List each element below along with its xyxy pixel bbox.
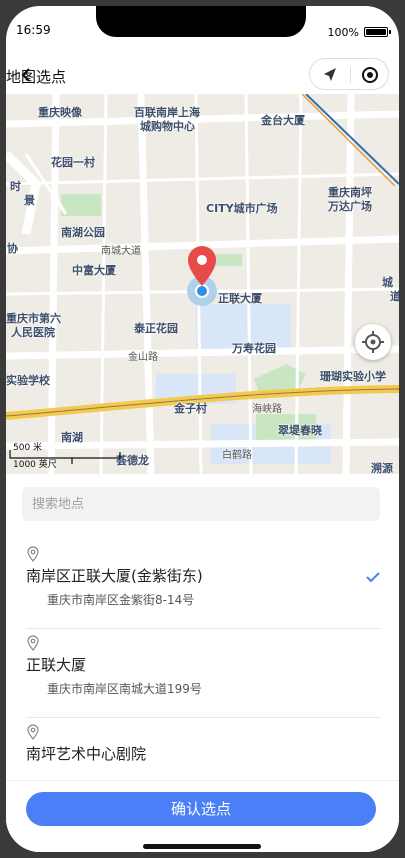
road-label: 南城大道 <box>101 246 141 257</box>
phone-screen: 16:59 100% 地图选点 重庆映像 百联南岸上海 城购物中心 金台大厦 花… <box>6 6 399 852</box>
map-label: 南湖公园 <box>61 226 105 239</box>
map-label: 实验学校 <box>6 374 50 387</box>
place-name: 南坪艺术中心剧院 <box>26 745 147 763</box>
map-label: 景 <box>24 194 35 207</box>
place-item[interactable]: 正联大厦重庆市南岸区南城大道199号 <box>26 629 381 718</box>
place-sheet: 南岸区正联大厦(金紫街东) 重庆市南岸区金紫街8-14号正联大厦重庆市南岸区南城大… <box>6 474 399 852</box>
map-label: 泰正花园 <box>134 322 178 335</box>
map-label: 翠堤春晓 <box>278 424 322 437</box>
map-view[interactable]: 重庆映像 百联南岸上海 城购物中心 金台大厦 花园一村 CITY城市广场 重庆南坪 万达广场南… <box>6 94 399 474</box>
map-canvas <box>6 94 399 474</box>
footer: 确认选点 <box>6 780 399 852</box>
location-pin-icon <box>27 724 39 740</box>
status-time: 16:59 <box>16 23 51 37</box>
place-item[interactable]: 南岸区正联大厦(金紫街东) 重庆市南岸区金紫街8-14号 <box>26 540 381 629</box>
map-label: 万寿花园 <box>232 342 276 355</box>
notch <box>96 6 306 37</box>
map-label: 人民医院 <box>11 326 55 339</box>
map-label: 溯源 <box>371 462 393 474</box>
page-title: 地图选点 <box>6 68 67 86</box>
locate-button[interactable] <box>355 324 391 360</box>
road-label: 金山路 <box>128 352 158 363</box>
scale-top-label: 500 米 <box>13 443 43 453</box>
scale-bottom-label: 1000 英尺 <box>13 460 57 470</box>
mini-program-capsule <box>309 58 389 90</box>
search-input[interactable] <box>22 487 380 521</box>
map-label: 城购物中心 <box>140 120 195 133</box>
location-pin-icon <box>27 546 39 562</box>
map-label: 正联大厦 <box>218 292 262 305</box>
place-name: 正联大厦 <box>26 656 87 674</box>
home-indicator <box>143 844 261 849</box>
battery-percent: 100% <box>327 26 359 39</box>
map-label: 时 <box>10 180 21 193</box>
battery-icon <box>364 27 391 37</box>
map-label: 道 <box>390 290 399 303</box>
checkmark-icon <box>366 572 380 583</box>
back-arrow-icon[interactable] <box>18 66 36 84</box>
place-address: 重庆市南岸区金紫街8-14号 <box>47 593 195 607</box>
place-item[interactable]: 南坪艺术中心剧院 <box>26 718 381 780</box>
place-list[interactable]: 南岸区正联大厦(金紫街东) 重庆市南岸区金紫街8-14号正联大厦重庆市南岸区南城大… <box>6 540 399 780</box>
location-pin-icon <box>27 635 39 651</box>
map-label: 珊瑚实验小学 <box>320 370 386 383</box>
map-label: 金子村 <box>174 402 207 415</box>
map-label: 万达广场 <box>328 200 372 213</box>
location-arrow-icon[interactable] <box>320 65 340 85</box>
target-icon[interactable] <box>360 65 380 85</box>
nav-bar: 地图选点 <box>6 56 399 94</box>
place-name: 南岸区正联大厦(金紫街东) <box>26 567 203 585</box>
map-scale: 500 米 1000 英尺 <box>8 438 128 470</box>
crosshair-icon <box>362 331 384 353</box>
road-label: 海峡路 <box>252 404 282 415</box>
map-label: 协 <box>7 242 18 255</box>
road-label: 白鹤路 <box>222 450 252 461</box>
battery-fill <box>366 29 386 35</box>
map-label: CITY城市广场 <box>206 202 278 215</box>
confirm-button[interactable]: 确认选点 <box>26 792 376 826</box>
map-label: 重庆映像 <box>38 106 82 119</box>
place-address: 重庆市南岸区南城大道199号 <box>47 682 202 696</box>
map-label: 金台大厦 <box>261 114 305 127</box>
capsule-divider <box>350 67 351 83</box>
map-label: 中富大厦 <box>72 264 116 277</box>
map-label: 花园一村 <box>51 156 95 169</box>
